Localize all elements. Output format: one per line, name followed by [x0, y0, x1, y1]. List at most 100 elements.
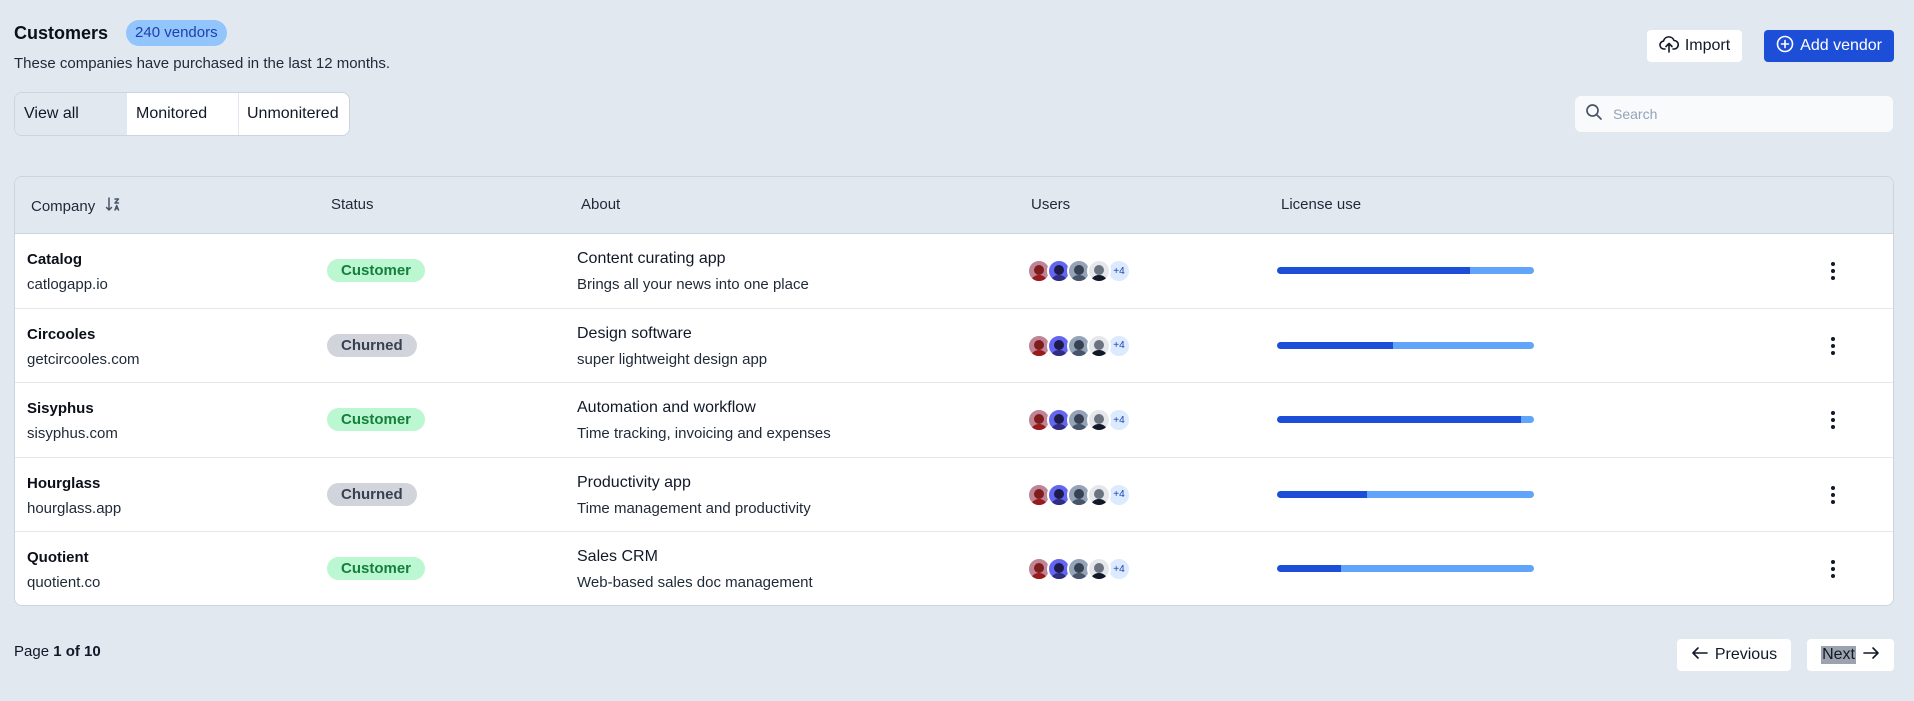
company-domain: quotient.co — [27, 574, 101, 591]
license-use-fill — [1277, 490, 1367, 498]
user-avatars[interactable]: +4 — [1027, 333, 1131, 358]
company-domain: getcircooles.com — [27, 350, 140, 368]
about-title: Productivity app — [577, 473, 691, 491]
status-badge: Customer — [327, 557, 426, 580]
company-domain: hourglass.app — [27, 499, 122, 517]
vendor-count-badge: 240 vendors — [126, 20, 227, 46]
arrow-left-icon — [1691, 646, 1709, 665]
license-use-bar — [1277, 416, 1534, 423]
company-cell: Hourglass hourglass.app — [27, 475, 121, 517]
page-subtitle: These companies have purchased in the la… — [14, 55, 391, 72]
plus-circle-icon — [1776, 35, 1794, 58]
status-badge: Churned — [327, 482, 417, 506]
about-cell: Design software super lightweight design… — [577, 325, 767, 368]
more-options-icon[interactable] — [1823, 259, 1843, 283]
user-avatars[interactable]: +4 — [1027, 557, 1131, 581]
license-use-bar — [1277, 341, 1534, 349]
company-cell: Sisyphus sisyphus.com — [27, 400, 118, 442]
previous-label: Previous — [1714, 646, 1778, 663]
license-use-bar — [1277, 565, 1534, 572]
page-title: Customers — [14, 22, 109, 43]
user-avatars[interactable]: +4 — [1027, 259, 1131, 283]
status-badge: Customer — [327, 259, 426, 282]
more-options-icon[interactable] — [1823, 483, 1843, 507]
column-users: Users — [1031, 196, 1071, 213]
tab-unmonitered[interactable]: Unmonitered — [239, 93, 349, 135]
more-options-icon[interactable] — [1823, 408, 1843, 432]
filter-tabs: View all Monitored Unmonitered — [14, 92, 350, 136]
page-current: 1 of 10 — [53, 643, 101, 660]
page-header: Customers 240 vendors These companies ha… — [14, 20, 390, 72]
user-avatars[interactable]: +4 — [1027, 482, 1131, 507]
tab-view-all[interactable]: View all — [15, 93, 127, 135]
top-actions: Import Add vendor — [1646, 30, 1894, 62]
sort-icon[interactable] — [105, 196, 123, 216]
company-name: Sisyphus — [27, 400, 94, 417]
arrow-right-icon — [1862, 646, 1880, 665]
company-name: Circooles — [27, 325, 96, 343]
about-title: Sales CRM — [577, 548, 658, 565]
next-button[interactable]: Next — [1807, 639, 1894, 671]
license-use-bar — [1277, 267, 1534, 274]
license-use-fill — [1277, 341, 1393, 349]
company-cell: Catalog catlogapp.io — [27, 251, 108, 293]
table-body: Catalog catlogapp.io Customer Content cu… — [15, 234, 1893, 605]
search-input[interactable] — [1613, 106, 1873, 122]
about-cell: Content curating app Brings all your new… — [577, 250, 809, 293]
company-name: Quotient — [27, 549, 89, 566]
avatar — [1087, 333, 1111, 358]
company-name: Catalog — [27, 251, 83, 268]
about-description: Time tracking, invoicing and expenses — [577, 425, 831, 442]
status-badge: Customer — [327, 408, 426, 431]
about-title: Automation and workflow — [577, 399, 756, 416]
table-row[interactable]: Catalog catlogapp.io Customer Content cu… — [15, 234, 1893, 309]
next-label: Next — [1821, 646, 1856, 664]
add-vendor-button[interactable]: Add vendor — [1764, 30, 1894, 62]
add-vendor-label: Add vendor — [1800, 37, 1882, 54]
license-use-fill — [1277, 267, 1470, 274]
search-icon — [1585, 103, 1603, 126]
pagination: Previous Next — [1676, 639, 1894, 671]
about-title: Content curating app — [577, 250, 726, 267]
more-options-icon[interactable] — [1823, 557, 1843, 581]
avatar — [1087, 482, 1111, 507]
cloud-upload-icon — [1659, 35, 1679, 58]
customers-table: Company Status About Users License use C… — [14, 176, 1894, 606]
about-description: Web-based sales doc management — [577, 574, 813, 591]
page-info: Page 1 of 10 — [14, 643, 101, 660]
company-domain: sisyphus.com — [27, 425, 118, 442]
table-row[interactable]: Circooles getcircooles.com Churned Desig… — [15, 308, 1893, 383]
page-prefix: Page — [14, 643, 50, 660]
import-button[interactable]: Import — [1646, 30, 1743, 62]
about-cell: Sales CRM Web-based sales doc management — [577, 548, 813, 591]
search-box — [1575, 96, 1893, 132]
column-company[interactable]: Company — [31, 196, 123, 216]
table-row[interactable]: Hourglass hourglass.app Churned Producti… — [15, 457, 1893, 532]
table-header: Company Status About Users License use — [15, 177, 1893, 234]
column-company-label: Company — [31, 197, 96, 215]
status-badge: Churned — [327, 333, 417, 357]
table-row[interactable]: Sisyphus sisyphus.com Customer Automatio… — [15, 383, 1893, 458]
previous-button[interactable]: Previous — [1676, 639, 1792, 671]
company-cell: Quotient quotient.co — [27, 549, 100, 591]
about-title: Design software — [577, 324, 692, 342]
license-use-fill — [1277, 416, 1522, 423]
about-cell: Automation and workflow Time tracking, i… — [577, 399, 831, 442]
column-status: Status — [331, 196, 374, 213]
title-row: Customers 240 vendors — [14, 20, 390, 46]
about-description: super lightweight design app — [577, 350, 768, 368]
company-domain: catlogapp.io — [27, 276, 108, 293]
license-use-bar — [1277, 490, 1534, 498]
about-description: Brings all your news into one place — [577, 276, 809, 293]
more-options-icon[interactable] — [1823, 334, 1843, 358]
about-description: Time management and productivity — [577, 499, 811, 517]
avatar — [1087, 259, 1111, 283]
table-row[interactable]: Quotient quotient.co Customer Sales CRM … — [15, 532, 1893, 605]
tab-monitored[interactable]: Monitored — [127, 93, 239, 135]
user-avatars[interactable]: +4 — [1027, 408, 1131, 432]
column-license-use: License use — [1281, 196, 1362, 213]
column-about: About — [581, 196, 621, 213]
company-name: Hourglass — [27, 474, 101, 492]
about-cell: Productivity app Time management and pro… — [577, 474, 811, 517]
avatar — [1087, 557, 1111, 581]
